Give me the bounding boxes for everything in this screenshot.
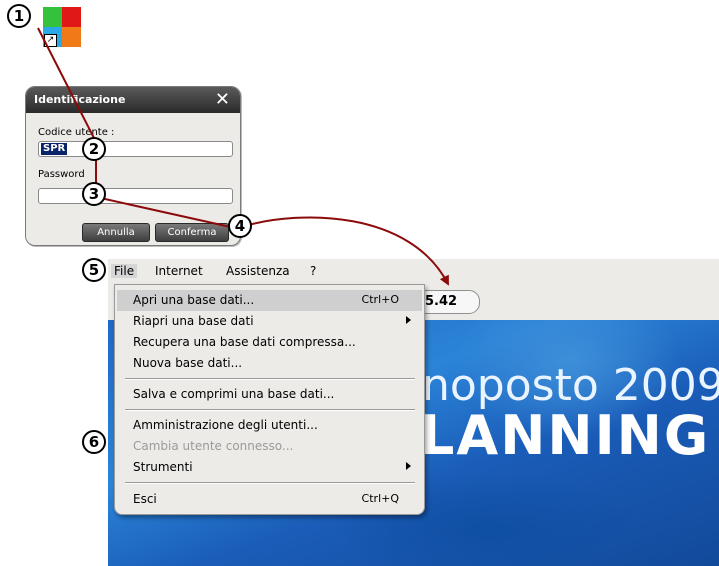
annotation-arrow bbox=[244, 216, 449, 286]
annotation-line bbox=[95, 196, 236, 229]
annotation-arrows bbox=[37, 27, 449, 286]
annotation-line bbox=[37, 27, 97, 143]
callout-5: 5 bbox=[82, 258, 106, 282]
callout-2: 2 bbox=[82, 137, 106, 161]
callout-1: 1 bbox=[7, 4, 31, 28]
callout-3: 3 bbox=[82, 182, 106, 206]
callout-4: 4 bbox=[228, 214, 252, 238]
callout-6: 6 bbox=[82, 430, 106, 454]
